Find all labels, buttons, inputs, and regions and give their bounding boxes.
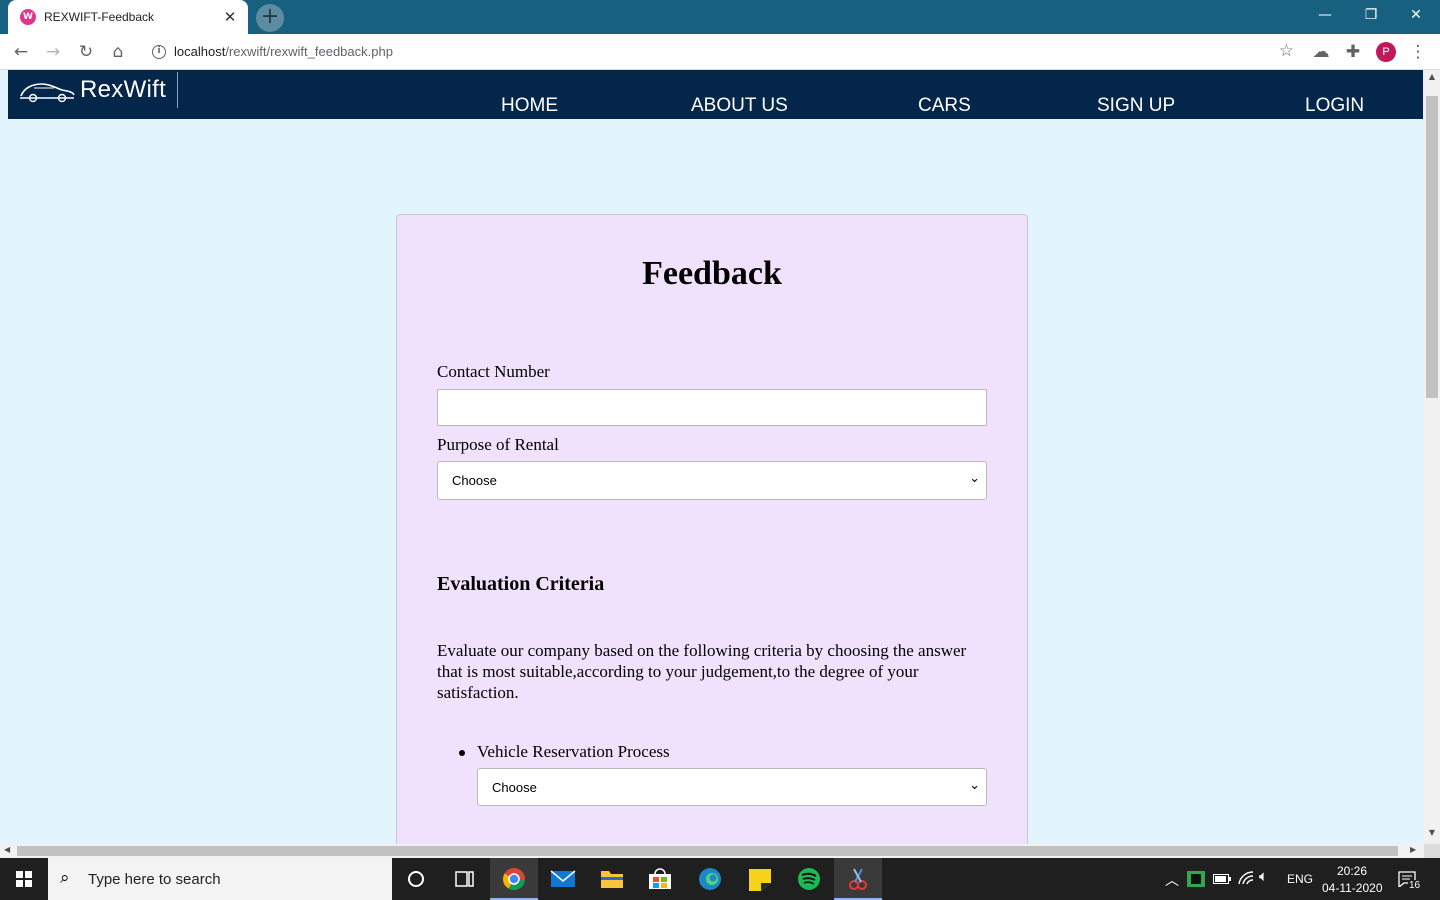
profile-avatar[interactable]: P	[1376, 42, 1396, 62]
url-text[interactable]: localhost/rexwift/rexwift_feedback.php	[174, 44, 393, 59]
logo-divider	[177, 72, 178, 108]
logo-text: RexWift	[80, 76, 167, 103]
task-view-glyph	[455, 871, 474, 887]
edge-icon[interactable]	[686, 858, 734, 900]
evaluation-criteria-heading: Evaluation Criteria	[437, 573, 605, 595]
page-title: Feedback	[642, 255, 782, 292]
chevron-down-icon: ⌄	[969, 471, 980, 486]
snipping-glyph	[849, 868, 867, 890]
vertical-scrollbar[interactable]: ▲ ▼	[1424, 70, 1440, 844]
scroll-up-icon[interactable]: ▲	[1424, 72, 1440, 81]
start-button[interactable]	[0, 858, 48, 900]
tab-title: REXWIFT-Feedback	[44, 10, 155, 24]
horizontal-scroll-thumb[interactable]	[17, 846, 1398, 856]
nav-cars[interactable]: CARS	[918, 95, 971, 117]
task-view-icon[interactable]	[440, 858, 488, 900]
contact-number-label: Contact Number	[437, 362, 550, 381]
spotify-icon[interactable]	[785, 858, 833, 900]
nav-about-us[interactable]: ABOUT US	[691, 95, 788, 117]
chevron-down-icon: ⌄	[969, 778, 980, 793]
store-glyph	[649, 868, 671, 889]
volume-icon[interactable]: 🔈︎	[1259, 868, 1268, 885]
url-path: /rexwift/rexwift_feedback.php	[225, 44, 393, 59]
sticky-notes-glyph	[749, 869, 771, 891]
bookmark-star-icon[interactable]: ☆	[1279, 41, 1294, 61]
language-indicator[interactable]: ENG	[1287, 872, 1313, 886]
nav-home[interactable]: HOME	[501, 95, 558, 117]
tray-chevron-up-icon[interactable]: ︿	[1165, 870, 1179, 890]
taskbar-search[interactable]: ⌕ Type here to search	[48, 858, 392, 900]
browser-tabstrip: W REXWIFT-Feedback ✕ + — ❐ ✕	[0, 0, 1440, 34]
close-tab-icon[interactable]: ✕	[220, 7, 240, 27]
browser-tab[interactable]: W REXWIFT-Feedback ✕	[8, 0, 248, 34]
vertical-scroll-thumb[interactable]	[1426, 96, 1438, 398]
criteria-selected-value: Choose	[492, 780, 537, 795]
puzzle-extensions-icon[interactable]: ✚	[1340, 39, 1366, 65]
home-icon[interactable]: ⌂	[105, 39, 131, 65]
bullet-icon	[459, 750, 465, 756]
back-arrow-icon[interactable]: ←	[8, 39, 34, 65]
battery-icon[interactable]	[1213, 873, 1231, 885]
close-window-button[interactable]: ✕	[1401, 4, 1431, 26]
page-viewport: RexWift HOME ABOUT US CARS SIGN UP LOGIN…	[0, 70, 1424, 844]
criteria-label: Vehicle Reservation Process	[477, 742, 670, 761]
chrome-glyph	[503, 868, 525, 890]
folder-glyph	[601, 871, 623, 888]
site-logo[interactable]: RexWift	[18, 74, 178, 108]
forward-arrow-icon[interactable]: →	[40, 39, 66, 65]
purpose-selected-value: Choose	[452, 473, 497, 488]
store-icon[interactable]	[636, 858, 684, 900]
feedback-card: Feedback Contact Number Purpose of Renta…	[396, 214, 1028, 844]
cortana-glyph	[408, 871, 424, 887]
file-explorer-icon[interactable]	[588, 858, 636, 900]
favicon-icon: W	[20, 9, 36, 25]
browser-toolbar: ← → ↻ ⌂ i localhost/rexwift/rexwift_feed…	[0, 34, 1440, 70]
scroll-corner	[1424, 844, 1440, 858]
purpose-label: Purpose of Rental	[437, 435, 559, 454]
horizontal-scrollbar[interactable]: ◀ ▶	[0, 844, 1424, 858]
windows-logo-icon	[16, 871, 32, 887]
url-host: localhost	[174, 44, 226, 59]
tray-app-icon[interactable]	[1187, 871, 1205, 887]
wifi-icon[interactable]	[1238, 870, 1254, 886]
spotify-glyph	[798, 868, 820, 890]
new-tab-button[interactable]: +	[256, 4, 284, 32]
mail-glyph	[550, 870, 576, 887]
edge-glyph	[699, 868, 721, 890]
clock-time[interactable]: 20:26	[1337, 864, 1367, 878]
chrome-icon[interactable]	[490, 858, 538, 900]
cortana-icon[interactable]	[392, 858, 440, 900]
contact-number-input[interactable]	[437, 389, 987, 426]
cloud-extension-icon[interactable]: ☁	[1308, 39, 1334, 65]
snipping-tool-icon[interactable]	[834, 858, 882, 900]
search-placeholder: Type here to search	[88, 871, 221, 888]
scroll-right-icon[interactable]: ▶	[1410, 845, 1416, 854]
criteria-select[interactable]: Choose ⌄	[477, 768, 987, 806]
minimize-button[interactable]: —	[1310, 4, 1340, 26]
site-navbar: RexWift HOME ABOUT US CARS SIGN UP LOGIN	[8, 70, 1423, 119]
address-bar[interactable]: i localhost/rexwift/rexwift_feedback.php…	[140, 37, 1300, 67]
taskbar: ⌕ Type here to search ︿ 🔈︎ ENG 20:26 04-…	[0, 858, 1440, 900]
nav-login[interactable]: LOGIN	[1305, 95, 1364, 117]
mail-icon[interactable]	[539, 858, 587, 900]
clock-date[interactable]: 04-11-2020	[1322, 881, 1383, 895]
search-icon: ⌕	[60, 868, 70, 888]
sticky-notes-icon[interactable]	[736, 858, 784, 900]
instructions-text: Evaluate our company based on the follow…	[437, 641, 967, 702]
notification-count-badge: 16	[1408, 880, 1422, 891]
site-info-icon[interactable]: i	[152, 45, 166, 59]
scroll-left-icon[interactable]: ◀	[4, 845, 10, 854]
kebab-menu-icon[interactable]: ⋮	[1405, 39, 1431, 65]
restore-button[interactable]: ❐	[1356, 4, 1386, 26]
nav-sign-up[interactable]: SIGN UP	[1097, 95, 1175, 117]
purpose-select[interactable]: Choose ⌄	[437, 461, 987, 500]
scroll-down-icon[interactable]: ▼	[1424, 828, 1440, 837]
car-logo-icon	[20, 83, 75, 103]
reload-icon[interactable]: ↻	[73, 39, 99, 65]
